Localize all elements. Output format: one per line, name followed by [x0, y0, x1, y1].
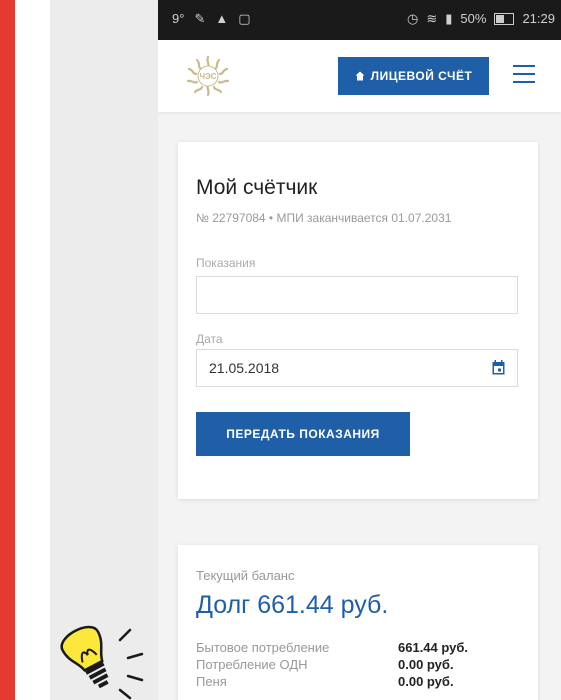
lightbulb-icon — [60, 625, 144, 700]
phone-screen: 9° ✎ ▲ ▢ ◷ ≋ ▮ 50% 21:29 ЧЭС ЛИЦЕВОЙ СЧЁ… — [158, 0, 561, 700]
notification-icon: ✎ — [194, 11, 206, 26]
battery-percent-text: 50% — [460, 11, 487, 26]
balance-row-value: 0.00 руб. — [398, 657, 454, 672]
submit-readings-button[interactable]: ПЕРЕДАТЬ ПОКАЗАНИЯ — [196, 412, 410, 456]
home-icon — [355, 71, 365, 81]
balance-label: Текущий баланс — [196, 568, 295, 583]
wifi-icon: ≋ — [426, 11, 438, 26]
account-button[interactable]: ЛИЦЕВОЙ СЧЁТ — [338, 57, 489, 95]
date-input[interactable]: 21.05.2018 — [196, 349, 518, 387]
warning-icon: ▲ — [215, 11, 229, 26]
balance-row-value: 661.44 руб. — [398, 640, 469, 655]
app-header: ЧЭС ЛИЦЕВОЙ СЧЁТ — [158, 40, 561, 112]
balance-row-name: Бытовое потребление — [196, 640, 330, 655]
readings-label: Показания — [196, 256, 256, 270]
balance-row: Бытовое потребление 661.44 руб. — [196, 639, 526, 656]
signal-icon: ▮ — [445, 11, 453, 26]
status-bar: 9° ✎ ▲ ▢ ◷ ≋ ▮ 50% 21:29 — [158, 0, 561, 40]
clock-text: 21:29 — [522, 11, 555, 26]
balance-rows: Бытовое потребление 661.44 руб. Потребле… — [196, 639, 526, 690]
battery-icon — [494, 13, 515, 25]
gallery-icon: ▢ — [238, 11, 251, 26]
balance-row-name: Потребление ОДН — [196, 657, 308, 672]
balance-row-name: Пеня — [196, 674, 227, 689]
logo-text: ЧЭС — [199, 72, 216, 81]
date-value: 21.05.2018 — [209, 360, 280, 376]
hamburger-menu-icon[interactable] — [513, 65, 535, 83]
temperature-text: 9° — [172, 11, 185, 26]
balance-row: Пеня 0.00 руб. — [196, 673, 526, 690]
balance-card: Текущий баланс Долг 661.44 руб. Бытовое … — [178, 545, 538, 700]
account-button-label: ЛИЦЕВОЙ СЧЁТ — [370, 69, 473, 83]
meter-card-title: Мой счётчик — [196, 176, 318, 199]
red-side-stripe — [0, 0, 15, 700]
balance-row: Потребление ОДН 0.00 руб. — [196, 656, 526, 673]
balance-row-value: 0.00 руб. — [398, 674, 454, 689]
meter-card: Мой счётчик № 22797084 • МПИ заканчивает… — [178, 142, 538, 499]
alarm-icon: ◷ — [407, 11, 419, 26]
readings-input[interactable] — [196, 276, 518, 314]
meter-subtitle: № 22797084 • МПИ заканчивается 01.07.203… — [196, 211, 452, 225]
calendar-icon[interactable] — [492, 360, 505, 375]
date-label: Дата — [196, 332, 223, 346]
logo-icon[interactable]: ЧЭС — [182, 54, 234, 98]
debt-amount: Долг 661.44 руб. — [196, 591, 389, 619]
